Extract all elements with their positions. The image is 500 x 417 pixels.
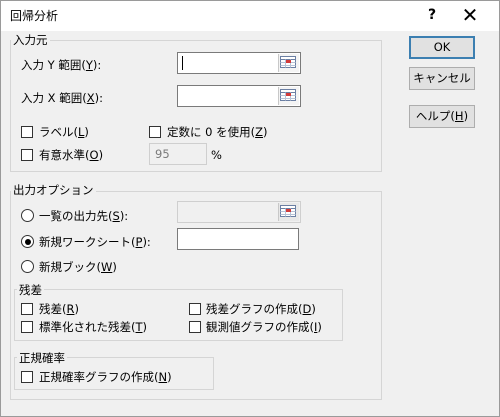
dialog-title: 回帰分析 — [10, 9, 59, 23]
output-group-legend: 出力オプション — [11, 182, 96, 198]
regression-dialog: 回帰分析 ? ✕ 入力元 入力 Y 範囲(Y): 入力 X 範囲(X): ラベル… — [0, 0, 500, 417]
y-range-field[interactable] — [177, 52, 301, 74]
output-range-field[interactable] — [177, 201, 301, 223]
output-range-radio[interactable] — [21, 209, 34, 222]
new-workbook-label: 新規ブック(W) — [39, 260, 117, 274]
y-range-label: 入力 Y 範囲(Y): — [21, 58, 102, 72]
percent-unit: % — [211, 148, 222, 162]
confidence-level-input[interactable]: 95 — [149, 143, 207, 165]
labels-checkbox-label: ラベル(L) — [39, 125, 89, 139]
help-button[interactable]: ヘルプ(H) — [409, 105, 475, 128]
normal-probability-plots-checkbox[interactable] — [21, 371, 33, 383]
new-workbook-radio[interactable] — [21, 260, 34, 273]
normal-probability-legend: 正規確率 — [17, 350, 67, 366]
x-range-field[interactable] — [177, 85, 301, 107]
residual-plots-checkbox[interactable] — [189, 303, 201, 315]
normal-probability-plots-label: 正規確率グラフの作成(N) — [39, 370, 172, 384]
new-worksheet-name-input[interactable] — [177, 228, 299, 250]
range-select-icon[interactable] — [278, 87, 299, 105]
input-group-legend: 入力元 — [11, 32, 50, 48]
standardized-residuals-label: 標準化された残差(T) — [39, 320, 148, 334]
cancel-button[interactable]: キャンセル — [409, 67, 475, 90]
ok-button[interactable]: OK — [409, 36, 475, 59]
constant-zero-checkbox[interactable] — [149, 126, 161, 138]
line-fit-plots-label: 観測値グラフの作成(I) — [206, 320, 322, 334]
line-fit-plots-checkbox[interactable] — [189, 321, 201, 333]
residual-plots-label: 残差グラフの作成(D) — [206, 302, 316, 316]
constant-zero-label: 定数に 0 を使用(Z) — [167, 125, 268, 139]
output-range-label: 一覧の出力先(S): — [39, 209, 129, 223]
new-worksheet-radio[interactable] — [21, 235, 34, 248]
new-worksheet-label: 新規ワークシート(P): — [39, 235, 151, 249]
standardized-residuals-checkbox[interactable] — [21, 321, 33, 333]
residuals-group-legend: 残差 — [17, 282, 44, 298]
range-select-icon[interactable] — [278, 54, 299, 72]
text-caret — [182, 56, 183, 70]
title-bar: 回帰分析 ? ✕ — [1, 1, 499, 31]
residuals-label: 残差(R) — [39, 302, 79, 316]
confidence-level-checkbox[interactable] — [21, 149, 33, 161]
labels-checkbox[interactable] — [21, 126, 33, 138]
x-range-label: 入力 X 範囲(X): — [21, 91, 103, 105]
help-icon[interactable]: ? — [416, 4, 448, 26]
range-select-icon[interactable] — [278, 203, 299, 221]
close-icon[interactable]: ✕ — [454, 4, 486, 26]
confidence-level-label: 有意水準(O) — [39, 148, 104, 162]
residuals-checkbox[interactable] — [21, 303, 33, 315]
